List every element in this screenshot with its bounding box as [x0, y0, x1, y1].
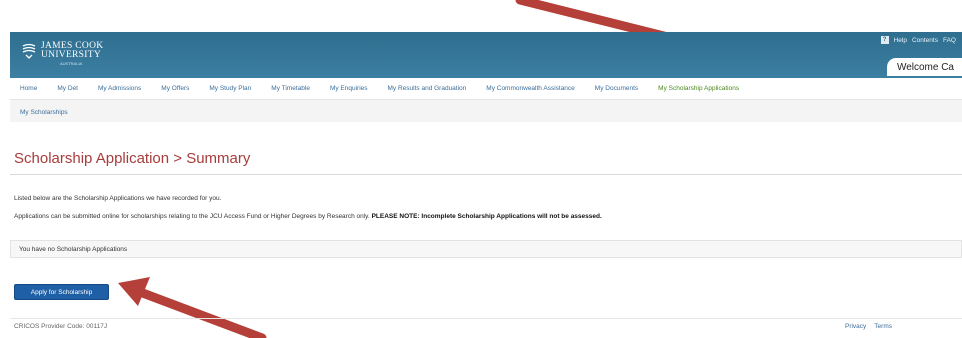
footer-divider: [10, 318, 962, 319]
footer-links: Privacy Terms: [845, 323, 892, 330]
annotation-arrow-bottom: [118, 277, 267, 338]
privacy-link[interactable]: Privacy: [845, 323, 866, 330]
cricos-provider-code: CRICOS Provider Code: 00117J: [14, 323, 108, 330]
terms-link[interactable]: Terms: [874, 323, 892, 330]
